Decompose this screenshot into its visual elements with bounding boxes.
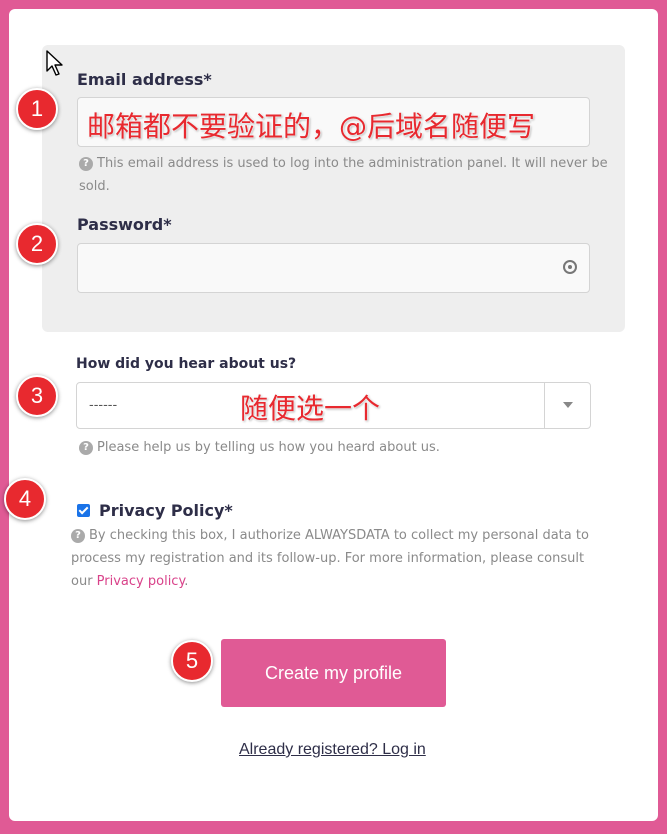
hear-about-help: ? Please help us by telling us how you he… — [79, 436, 440, 459]
select-divider — [544, 383, 545, 428]
hear-about-label: How did you hear about us? — [76, 356, 297, 372]
step-marker-1: 1 — [16, 88, 58, 130]
mouse-pointer-icon — [46, 50, 63, 76]
question-circle-icon: ? — [71, 528, 85, 543]
password-label: Password* — [77, 215, 172, 234]
question-circle-icon: ? — [79, 440, 93, 455]
hear-help-text: Please help us by telling us how you hea… — [97, 440, 440, 455]
select-annotation: 随便选一个 — [240, 392, 381, 425]
privacy-checkbox[interactable] — [77, 504, 90, 517]
privacy-help: ? By checking this box, I authorize ALWAY… — [71, 524, 591, 593]
privacy-policy-link[interactable]: Privacy policy — [97, 574, 185, 589]
password-field[interactable] — [77, 243, 590, 293]
hear-about-selected: ------ — [89, 398, 118, 413]
login-link[interactable]: Already registered? Log in — [239, 741, 426, 759]
privacy-help-end: . — [184, 574, 189, 589]
step-marker-3: 3 — [16, 375, 58, 417]
caret-down-icon[interactable] — [563, 402, 573, 408]
key-icon[interactable] — [563, 260, 577, 274]
create-profile-button[interactable]: Create my profile — [221, 639, 446, 707]
privacy-label: Privacy Policy* — [99, 501, 233, 520]
email-help: ? This email address is used to log into … — [79, 152, 609, 198]
step-marker-5: 5 — [171, 640, 213, 682]
step-marker-2: 2 — [16, 223, 58, 265]
email-annotation: 邮箱都不要验证的，@后域名随便写 — [87, 110, 536, 143]
step-marker-4: 4 — [4, 478, 46, 520]
question-circle-icon: ? — [79, 156, 93, 171]
email-help-text: This email address is used to log into t… — [79, 156, 608, 194]
email-label: Email address* — [77, 70, 212, 89]
